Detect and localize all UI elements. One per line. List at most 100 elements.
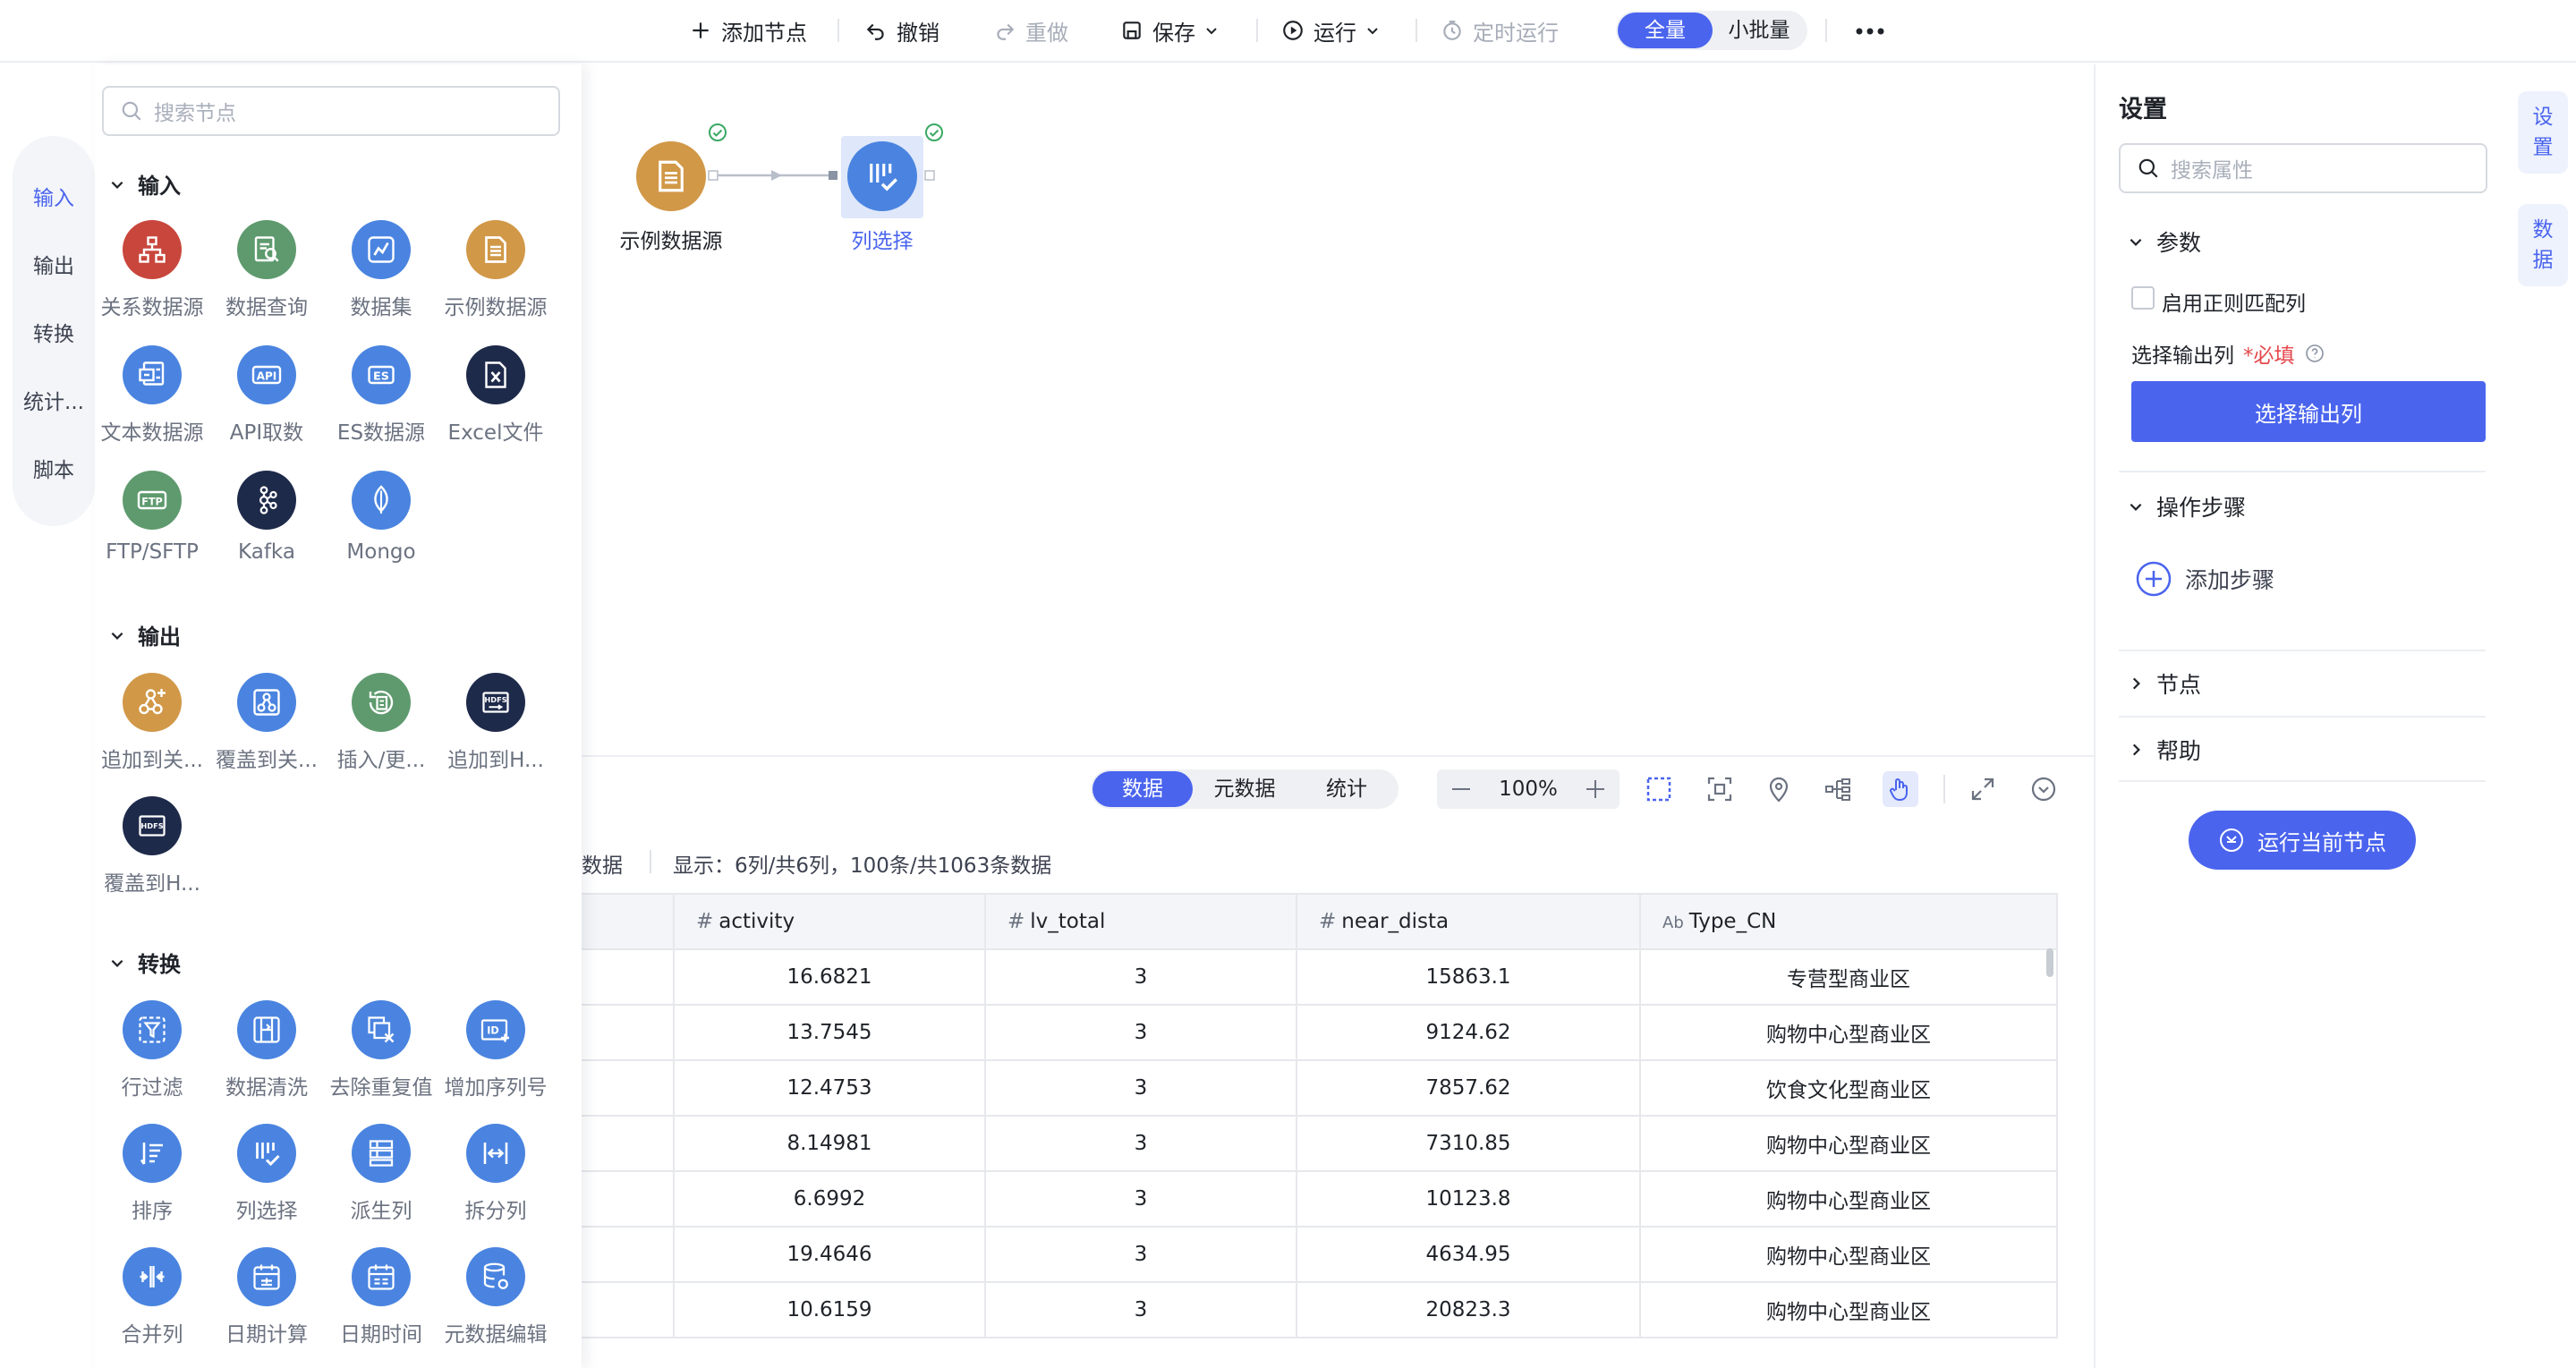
node-overwrite-hdfs[interactable]: HDFS 覆盖到H... <box>95 796 209 896</box>
node-kafka[interactable]: Kafka <box>209 471 324 564</box>
data-clean-icon <box>237 1000 296 1059</box>
node-date-calc[interactable]: 日期计算 <box>209 1247 324 1347</box>
chevron-down-icon <box>1367 28 1378 35</box>
canvas-node-label: 示例数据源 <box>619 230 723 253</box>
rail-item-statistics[interactable]: 统计... <box>13 385 95 415</box>
table-cell <box>582 1226 675 1283</box>
section-steps[interactable]: 操作步骤 <box>2128 490 2246 523</box>
regex-match-checkbox[interactable] <box>2131 286 2155 310</box>
node-ftp-sftp[interactable]: FTP FTP/SFTP <box>95 471 209 564</box>
zoom-level: 100% <box>1499 777 1558 801</box>
node-merge-column[interactable]: 合并列 <box>95 1247 209 1347</box>
node-dedupe[interactable]: 去除重复值 <box>324 1000 438 1100</box>
zoom-in-icon[interactable] <box>1584 778 1607 800</box>
table-cell: 3 <box>984 1281 1297 1338</box>
redo-button[interactable]: 重做 <box>993 13 1068 48</box>
node-datetime[interactable]: 日期时间 <box>324 1247 438 1347</box>
column-header-lv-total[interactable]: # lv_total <box>984 893 1297 950</box>
table-cell <box>582 1170 675 1228</box>
node-row-filter[interactable]: 行过滤 <box>95 1000 209 1100</box>
table-scrollbar[interactable] <box>2046 948 2053 977</box>
chevron-right-icon <box>2132 677 2140 690</box>
node-split-column[interactable]: 拆分列 <box>438 1124 553 1224</box>
node-data-query[interactable]: 数据查询 <box>209 220 324 320</box>
column-header[interactable] <box>582 893 675 950</box>
table-cell <box>582 1059 675 1117</box>
node-dataset[interactable]: 数据集 <box>324 220 438 320</box>
flow-connector <box>708 170 837 181</box>
add-node-button[interactable]: 添加节点 <box>689 13 807 48</box>
table-cell: 购物中心型商业区 <box>1639 1226 2058 1283</box>
side-tab-settings[interactable]: 设置 <box>2518 91 2568 174</box>
column-header-activity[interactable]: # activity <box>673 893 986 950</box>
mode-full-option[interactable]: 全量 <box>1618 13 1713 48</box>
locate-icon[interactable] <box>1761 771 1797 807</box>
node-search-input[interactable]: 搜索节点 <box>102 86 560 136</box>
layout-tree-icon[interactable] <box>1820 771 1856 807</box>
pan-hand-icon[interactable] <box>1883 771 1918 807</box>
rail-item-transform[interactable]: 转换 <box>13 317 95 347</box>
node-insert-update[interactable]: 插入/更... <box>324 673 438 773</box>
node-palette: 搜索节点 输入 关系数据源 数据查询 数据集 示例数据源 文本数据源 API A… <box>95 64 582 1368</box>
tab-data[interactable]: 数据 <box>1092 771 1193 807</box>
regex-match-label: 启用正则匹配列 <box>2162 293 2306 316</box>
node-add-sequence[interactable]: ID 增加序列号 <box>438 1000 553 1100</box>
relational-db-icon <box>123 220 182 279</box>
node-sort[interactable]: 排序 <box>95 1124 209 1224</box>
node-relational-datasource[interactable]: 关系数据源 <box>95 220 209 320</box>
section-header-input[interactable]: 输入 <box>109 168 181 200</box>
node-column-select[interactable]: 列选择 <box>209 1124 324 1224</box>
section-header-transform[interactable]: 转换 <box>109 947 181 978</box>
chevron-down-icon <box>111 632 123 640</box>
date-calc-icon <box>237 1247 296 1306</box>
fit-view-icon[interactable] <box>1702 771 1738 807</box>
bottom-panel-tabs: 数据 元数据 统计 <box>1091 769 1399 809</box>
section-params[interactable]: 参数 <box>2128 225 2201 258</box>
run-button[interactable]: 运行 <box>1281 13 1380 48</box>
more-button[interactable] <box>1852 16 1888 47</box>
rail-item-input[interactable]: 输入 <box>13 181 95 211</box>
box-select-icon[interactable] <box>1641 771 1677 807</box>
node-data-clean[interactable]: 数据清洗 <box>209 1000 324 1100</box>
zoom-out-icon[interactable] <box>1450 778 1473 800</box>
node-metadata-edit[interactable]: 元数据编辑 <box>438 1247 553 1347</box>
run-current-node-button[interactable]: 运行当前节点 <box>2189 811 2416 870</box>
schedule-run-button[interactable]: 定时运行 <box>1441 13 1559 48</box>
section-node[interactable]: 节点 <box>2128 667 2201 700</box>
mode-small-batch-option[interactable]: 小批量 <box>1713 13 1806 48</box>
node-excel-file[interactable]: Excel文件 <box>438 345 553 446</box>
output-column-field-label: 选择输出列 *必填 <box>2131 338 2325 369</box>
column-header-near-dista[interactable]: # near_dista <box>1296 893 1641 950</box>
node-derived-column[interactable]: 派生列 <box>324 1124 438 1224</box>
output-port[interactable] <box>923 169 936 182</box>
select-output-columns-button[interactable]: 选择输出列 <box>2131 381 2486 442</box>
tab-statistics[interactable]: 统计 <box>1297 771 1397 807</box>
column-header-type-cn[interactable]: Ab Type_CN <box>1639 893 2058 950</box>
data-table-container[interactable]: # activity # lv_total # near_dista Ab Type_C… <box>582 893 2058 1368</box>
expand-icon[interactable] <box>1965 771 2001 807</box>
save-button[interactable]: 保存 <box>1120 13 1219 48</box>
node-sample-datasource[interactable]: 示例数据源 <box>438 220 553 320</box>
side-tab-data[interactable]: 数据 <box>2518 204 2568 286</box>
undo-button[interactable]: 撤销 <box>864 13 939 48</box>
canvas-node-column-select[interactable]: 列选择 <box>825 141 939 254</box>
node-es-datasource[interactable]: ES ES数据源 <box>324 345 438 446</box>
add-step-button[interactable]: 添加步骤 <box>2135 560 2274 598</box>
rail-item-output[interactable]: 输出 <box>13 249 95 279</box>
node-append-hdfs[interactable]: HDFS 追加到H... <box>438 673 553 773</box>
help-circle-icon[interactable] <box>2304 343 2325 364</box>
toolbar-divider <box>1256 19 1258 42</box>
node-mongo[interactable]: Mongo <box>324 471 438 564</box>
property-search-input[interactable]: 搜索属性 <box>2119 143 2487 193</box>
node-overwrite-relational[interactable]: 覆盖到关... <box>209 673 324 773</box>
collapse-panel-icon[interactable] <box>2026 771 2062 807</box>
rail-item-script[interactable]: 脚本 <box>13 453 95 483</box>
run-label: 运行 <box>1314 20 1356 46</box>
node-append-relational[interactable]: 追加到关... <box>95 673 209 773</box>
node-text-datasource[interactable]: 文本数据源 <box>95 345 209 446</box>
tab-metadata[interactable]: 元数据 <box>1194 771 1295 807</box>
section-header-output[interactable]: 输出 <box>109 619 181 650</box>
canvas-node-sample-datasource[interactable]: 示例数据源 <box>614 141 728 254</box>
section-help[interactable]: 帮助 <box>2128 734 2201 766</box>
node-api-fetch[interactable]: API API取数 <box>209 345 324 446</box>
